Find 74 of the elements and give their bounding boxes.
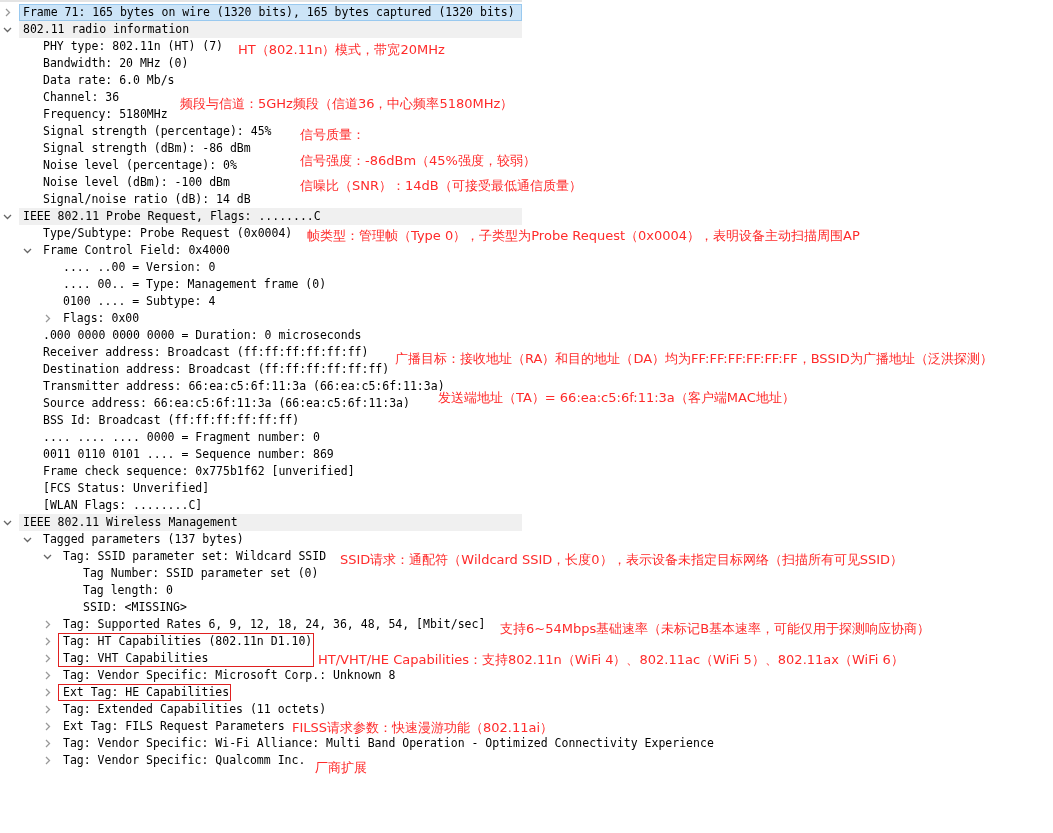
- tree-item[interactable]: .... ..00 = Version: 0: [59, 259, 218, 276]
- annotation-text: HT（802.11n）模式，带宽20MHz: [238, 41, 445, 58]
- tree-item[interactable]: .... 00.. = Type: Management frame (0): [59, 276, 329, 293]
- tree-item[interactable]: PHY type: 802.11n (HT) (7): [39, 38, 225, 55]
- tree-item[interactable]: 0100 .... = Subtype: 4: [59, 293, 218, 310]
- chevron-right-icon[interactable]: [43, 620, 52, 629]
- tree-item[interactable]: .... .... .... 0000 = Fragment number: 0: [39, 429, 322, 446]
- tree-item[interactable]: Frame check sequence: 0x775b1f62 [unverified]: [39, 463, 357, 480]
- chevron-right-icon[interactable]: [43, 739, 52, 748]
- tree-item[interactable]: Frequency: 5180MHz: [39, 106, 170, 123]
- tree-item[interactable]: Channel: 36: [39, 89, 122, 106]
- annotation-text: 信号强度：-86dBm（45%强度，较弱）: [300, 152, 536, 169]
- tree-item[interactable]: Tag: Extended Capabilities (11 octets): [59, 701, 329, 718]
- tree-item[interactable]: [FCS Status: Unverified]: [39, 480, 212, 497]
- tree-item[interactable]: Tag: Vendor Specific: Qualcomm Inc.: [59, 752, 308, 769]
- chevron-down-icon[interactable]: [23, 246, 32, 255]
- chevron-right-icon[interactable]: [43, 314, 52, 323]
- chevron-right-icon[interactable]: [3, 8, 12, 17]
- annotation-text: 信噪比（SNR）：14dB（可接受最低通信质量）: [300, 177, 582, 194]
- tree-item[interactable]: 0011 0110 0101 .... = Sequence number: 869: [39, 446, 336, 463]
- tree-item[interactable]: [WLAN Flags: ........C]: [39, 497, 205, 514]
- tree-item[interactable]: 802.11 radio information: [19, 21, 522, 38]
- tree-item[interactable]: Noise level (dBm): -100 dBm: [39, 174, 232, 191]
- chevron-down-icon[interactable]: [3, 25, 12, 34]
- tree-item[interactable]: Tag: Supported Rates 6, 9, 12, 18, 24, 36, 48, 54, [Mbit/sec]: [59, 616, 488, 633]
- tree-item[interactable]: Tag: Vendor Specific: Wi-Fi Alliance: Multi Band Operation - Optimized Connectivity Experience: [59, 735, 716, 752]
- tree-item[interactable]: Tag Number: SSID parameter set (0): [79, 565, 321, 582]
- chevron-down-icon[interactable]: [43, 552, 52, 561]
- annotation-text: 频段与信道：5GHz频段（信道36，中心频率5180MHz）: [180, 95, 514, 112]
- tree-item[interactable]: IEEE 802.11 Probe Request, Flags: ........C: [19, 208, 522, 225]
- tree-item[interactable]: Source address: 66:ea:c5:6f:11:3a (66:ea:c5:6f:11:3a): [39, 395, 412, 412]
- chevron-down-icon[interactable]: [23, 535, 32, 544]
- tree-item[interactable]: Signal/noise ratio (dB): 14 dB: [39, 191, 253, 208]
- annotation-text: 帧类型：管理帧（Type 0），子类型为Probe Request（0x0004），表明设备主动扫描周围AP: [307, 227, 860, 244]
- tree-item[interactable]: Destination address: Broadcast (ff:ff:ff:ff:ff:ff): [39, 361, 392, 378]
- annotation-text: 厂商扩展: [315, 759, 367, 776]
- tree-item[interactable]: Type/Subtype: Probe Request (0x0004): [39, 225, 295, 242]
- tree-item[interactable]: Tag: HT Capabilities (802.11n D1.10): [59, 633, 315, 650]
- tree-item[interactable]: .000 0000 0000 0000 = Duration: 0 microseconds: [39, 327, 364, 344]
- annotation-text: 信号质量：: [300, 126, 365, 143]
- chevron-right-icon[interactable]: [43, 756, 52, 765]
- chevron-right-icon[interactable]: [43, 722, 52, 731]
- tree-item[interactable]: Noise level (percentage): 0%: [39, 157, 239, 174]
- annotation-text: 广播目标：接收地址（RA）和目的地址（DA）均为FF:FF:FF:FF:FF:FF，BSSID为广播地址（泛洪探测）: [395, 350, 993, 367]
- tree-item[interactable]: Tag: VHT Capabilities: [59, 650, 315, 667]
- tree-item[interactable]: BSS Id: Broadcast (ff:ff:ff:ff:ff:ff): [39, 412, 302, 429]
- tree-item[interactable]: IEEE 802.11 Wireless Management: [19, 514, 522, 531]
- chevron-right-icon[interactable]: [43, 671, 52, 680]
- chevron-right-icon[interactable]: [43, 654, 52, 663]
- annotation-text: SSID请求：通配符（Wildcard SSID，长度0），表示设备未指定目标网络（扫描所有可见SSID）: [340, 551, 903, 568]
- tree-item[interactable]: Signal strength (dBm): -86 dBm: [39, 140, 253, 157]
- tree-item[interactable]: Flags: 0x00: [59, 310, 142, 327]
- chevron-right-icon[interactable]: [43, 705, 52, 714]
- chevron-down-icon[interactable]: [3, 518, 12, 527]
- tree-item[interactable]: Receiver address: Broadcast (ff:ff:ff:ff:ff:ff): [39, 344, 371, 361]
- tree-item[interactable]: Tag: Vendor Specific: Microsoft Corp.: Unknown 8: [59, 667, 398, 684]
- annotation-text: 发送端地址（TA）= 66:ea:c5:6f:11:3a（客户端MAC地址）: [438, 390, 795, 406]
- tree-item[interactable]: Signal strength (percentage): 45%: [39, 123, 274, 140]
- chevron-down-icon[interactable]: [3, 212, 12, 221]
- tree-item[interactable]: Frame Control Field: 0x4000: [39, 242, 232, 259]
- tree-item[interactable]: Bandwidth: 20 MHz (0): [39, 55, 191, 72]
- tree-item[interactable]: Ext Tag: FILS Request Parameters: [59, 718, 287, 735]
- chevron-right-icon[interactable]: [43, 637, 52, 646]
- tree-item[interactable]: Tag length: 0: [79, 582, 175, 599]
- tree-item[interactable]: Data rate: 6.0 Mb/s: [39, 72, 177, 89]
- annotation-text: 支持6~54Mbps基础速率（未标记B基本速率，可能仅用于探测响应协商）: [500, 620, 931, 637]
- tree-item[interactable]: Tag: SSID parameter set: Wildcard SSID: [59, 548, 329, 565]
- tree-item[interactable]: SSID: <MISSING>: [79, 599, 189, 616]
- tree-item[interactable]: Tagged parameters (137 bytes): [39, 531, 246, 548]
- tree-item[interactable]: Frame 71: 165 bytes on wire (1320 bits), 165 bytes captured (1320 bits): [19, 4, 522, 21]
- tree-item[interactable]: Ext Tag: HE Capabilities: [59, 684, 232, 701]
- annotation-text: HT/VHT/HE Capabilities：支持802.11n（WiFi 4）、802.11ac（WiFi 5）、802.11ax（WiFi 6）: [318, 651, 904, 668]
- annotation-text: FILSS请求参数：快速漫游功能（802.11ai）: [292, 719, 554, 736]
- chevron-right-icon[interactable]: [43, 688, 52, 697]
